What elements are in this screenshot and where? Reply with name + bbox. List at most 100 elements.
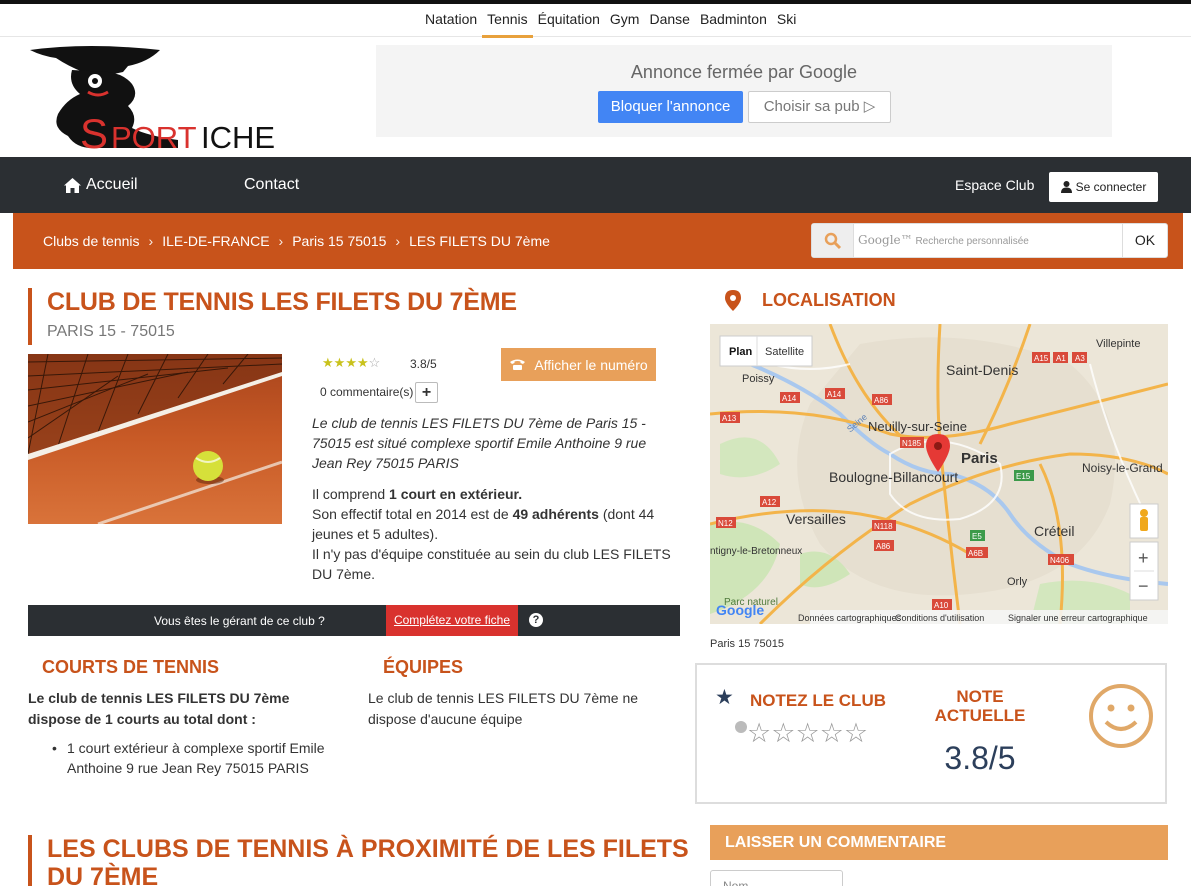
svg-text:A14: A14 bbox=[827, 390, 842, 399]
star-icon: ★ bbox=[333, 355, 346, 370]
ad-closed-text: Annonce fermée par Google bbox=[630, 62, 858, 82]
choose-ad-button[interactable]: Choisir sa pub ▷ bbox=[748, 91, 891, 123]
home-icon bbox=[64, 177, 81, 193]
sport-nav: Natation Tennis Équitation Gym Danse Bad… bbox=[0, 0, 1191, 38]
logo-wordmark-s: S bbox=[80, 110, 108, 154]
svg-text:A6B: A6B bbox=[968, 549, 983, 558]
search-input[interactable]: Google™ Recherche personnalisée bbox=[855, 224, 1123, 257]
svg-text:Données cartographiques: Données cartographiques bbox=[798, 613, 902, 623]
google-map[interactable]: A15 A1 A3 A14 A14 A86 A13 N185 E15 A12 N… bbox=[710, 324, 1168, 624]
nav-contact[interactable]: Contact bbox=[244, 176, 299, 194]
add-comment-button[interactable]: + bbox=[415, 382, 438, 403]
rate-club-heading: NOTEZ LE CLUB bbox=[750, 691, 886, 710]
rating-box: ★ NOTEZ LE CLUB ☆ ☆ ☆ ☆ ☆ NOTE ACTUELLE … bbox=[695, 663, 1167, 804]
search-placeholder: Recherche personnalisée bbox=[915, 236, 1029, 247]
search-box: Google™ Recherche personnalisée OK bbox=[811, 223, 1168, 258]
breadcrumb: Clubs de tennis › ILE-DE-FRANCE › Paris … bbox=[43, 233, 550, 249]
complete-profile-link[interactable]: Complétez votre fiche bbox=[386, 605, 518, 636]
smiley-icon bbox=[1089, 684, 1153, 748]
svg-text:E15: E15 bbox=[1016, 472, 1031, 481]
breadcrumb-separator: › bbox=[148, 233, 154, 249]
rate-club-stars[interactable]: ☆ ☆ ☆ ☆ ☆ bbox=[735, 720, 868, 747]
rate-star-1[interactable]: ☆ bbox=[747, 720, 771, 747]
rate-star-4[interactable]: ☆ bbox=[820, 720, 844, 747]
nearby-clubs-heading: LES CLUBS DE TENNIS À PROXIMITÉ DE LES F… bbox=[47, 835, 689, 886]
breadcrumb-separator: › bbox=[278, 233, 284, 249]
svg-text:PORT: PORT bbox=[111, 120, 197, 154]
svg-text:Poissy: Poissy bbox=[742, 373, 775, 385]
nav-home-label: Accueil bbox=[86, 176, 138, 193]
svg-text:E5: E5 bbox=[972, 532, 982, 541]
fact-members: Son effectif total en 2014 est de 49 adh… bbox=[312, 506, 655, 542]
breadcrumb-separator: › bbox=[395, 233, 401, 249]
user-icon bbox=[1060, 181, 1072, 193]
svg-text:A13: A13 bbox=[722, 414, 737, 423]
espace-club-link[interactable]: Espace Club bbox=[955, 177, 1034, 193]
phone-icon bbox=[510, 359, 526, 370]
svg-text:N406: N406 bbox=[1050, 556, 1070, 565]
login-button[interactable]: Se connecter bbox=[1049, 172, 1158, 202]
svg-text:A14: A14 bbox=[782, 394, 797, 403]
sport-tab-danse[interactable]: Danse bbox=[644, 8, 694, 38]
svg-text:Google: Google bbox=[716, 602, 764, 618]
rate-star-3[interactable]: ☆ bbox=[795, 720, 819, 747]
ad-banner: Annonce fermée par Google Bloquer l'anno… bbox=[376, 45, 1112, 137]
svg-text:A15: A15 bbox=[1034, 354, 1049, 363]
star-empty-icon: ☆ bbox=[368, 355, 381, 370]
svg-text:Conditions d'utilisation: Conditions d'utilisation bbox=[895, 613, 984, 623]
name-field[interactable]: Nom bbox=[710, 870, 843, 886]
sportiche-logo[interactable]: S PORT ICHE bbox=[28, 44, 298, 157]
svg-text:Créteil: Créteil bbox=[1034, 523, 1074, 539]
sport-tab-tennis[interactable]: Tennis bbox=[482, 8, 533, 38]
manager-question: Vous êtes le gérant de ce club ? bbox=[154, 614, 325, 628]
svg-text:A1: A1 bbox=[1056, 354, 1066, 363]
sport-tab-gym[interactable]: Gym bbox=[605, 8, 645, 38]
rating-stars: ★ ★ ★ ★ ☆ bbox=[322, 355, 380, 371]
teams-text: Le club de tennis LES FILETS DU 7ème ne … bbox=[368, 690, 639, 727]
current-rating-value: 3.8/5 bbox=[944, 740, 1016, 776]
current-rating-heading: NOTE ACTUELLE bbox=[934, 687, 1026, 725]
cancel-rating-icon[interactable] bbox=[735, 721, 747, 733]
fact-courts: Il comprend 1 court en extérieur. bbox=[312, 486, 523, 502]
svg-text:A10: A10 bbox=[934, 601, 949, 610]
comment-heading: LAISSER UN COMMENTAIRE bbox=[710, 825, 1168, 860]
map-zoom-in: + bbox=[1138, 548, 1149, 568]
login-label: Se connecter bbox=[1075, 180, 1147, 194]
breadcrumb-item[interactable]: Clubs de tennis bbox=[43, 233, 140, 249]
list-item: • 1 court extérieur à complexe sportif E… bbox=[52, 740, 325, 776]
rate-star-5[interactable]: ☆ bbox=[844, 720, 868, 747]
svg-text:Signaler une erreur cartograph: Signaler une erreur cartographique bbox=[1008, 613, 1148, 623]
svg-text:A86: A86 bbox=[874, 396, 889, 405]
breadcrumb-item[interactable]: ILE-DE-FRANCE bbox=[162, 233, 269, 249]
courts-list: • 1 court extérieur à complexe sportif E… bbox=[52, 738, 342, 778]
sport-tab-equitation[interactable]: Équitation bbox=[533, 8, 605, 38]
breadcrumb-current: LES FILETS DU 7ème bbox=[409, 233, 550, 249]
svg-text:N12: N12 bbox=[718, 519, 733, 528]
block-ad-button[interactable]: Bloquer l'annonce bbox=[598, 91, 743, 123]
map-address: Paris 15 75015 bbox=[710, 638, 784, 650]
location-title: LOCALISATION bbox=[762, 290, 896, 310]
sport-tab-ski[interactable]: Ski bbox=[772, 8, 801, 38]
svg-text:Saint-Denis: Saint-Denis bbox=[946, 362, 1018, 378]
teams-heading: ÉQUIPES bbox=[383, 657, 464, 677]
nav-home[interactable]: Accueil bbox=[63, 176, 138, 194]
club-description: Le club de tennis LES FILETS DU 7ème de … bbox=[312, 415, 647, 471]
svg-text:A3: A3 bbox=[1075, 354, 1085, 363]
search-ok-button[interactable]: OK bbox=[1122, 224, 1167, 257]
svg-text:Orly: Orly bbox=[1007, 576, 1028, 588]
page-title: CLUB DE TENNIS LES FILETS DU 7ÈME bbox=[47, 288, 517, 316]
rate-star-2[interactable]: ☆ bbox=[771, 720, 795, 747]
svg-text:N185: N185 bbox=[902, 439, 922, 448]
location-heading: LOCALISATION bbox=[725, 290, 896, 311]
star-icon: ★ bbox=[345, 355, 357, 370]
sport-tab-natation[interactable]: Natation bbox=[420, 8, 482, 38]
svg-text:ICHE: ICHE bbox=[201, 120, 275, 154]
svg-text:N118: N118 bbox=[874, 522, 893, 531]
sport-list: Natation Tennis Équitation Gym Danse Bad… bbox=[420, 8, 801, 38]
breadcrumb-item[interactable]: Paris 15 75015 bbox=[292, 233, 386, 249]
show-phone-button[interactable]: Afficher le numéro bbox=[501, 348, 656, 381]
svg-text:Noisy-le-Grand: Noisy-le-Grand bbox=[1082, 461, 1163, 475]
help-icon[interactable]: ? bbox=[529, 613, 543, 627]
sport-tab-badminton[interactable]: Badminton bbox=[695, 8, 772, 38]
rating-value: 3.8/5 bbox=[410, 357, 437, 371]
